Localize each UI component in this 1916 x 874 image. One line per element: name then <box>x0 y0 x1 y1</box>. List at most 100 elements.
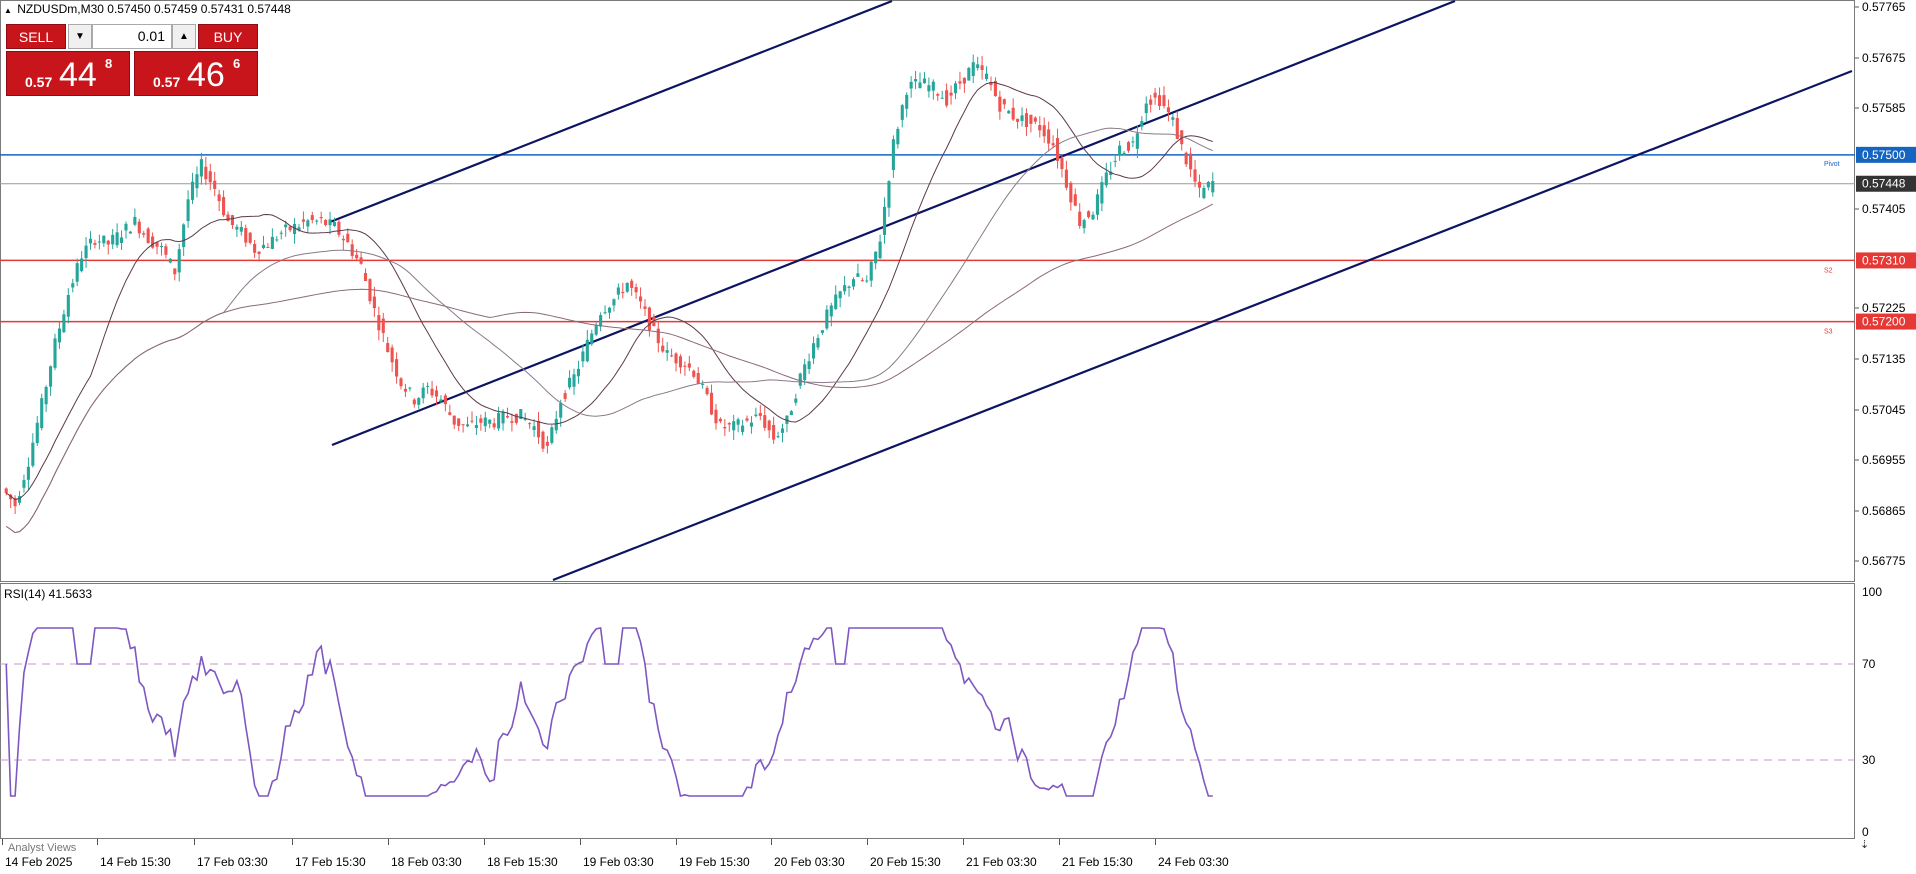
candle-body <box>328 219 332 226</box>
candle-body <box>470 420 474 422</box>
candle-body <box>363 272 368 281</box>
candle-body <box>701 383 705 385</box>
ma-line-fast <box>5 82 1213 501</box>
buy-price-prefix: 0.57 <box>153 74 181 90</box>
candle-body <box>1153 92 1157 98</box>
candle-body <box>443 395 447 405</box>
candle-body <box>151 236 155 248</box>
candle-body <box>843 285 847 292</box>
candle-body <box>1135 133 1139 149</box>
candle-body <box>49 366 53 387</box>
lot-decrease-button[interactable]: ▼ <box>68 24 92 49</box>
symbol-label: NZDUSDm,M30 <box>17 2 104 16</box>
candle-body <box>616 287 620 295</box>
candle-body <box>811 343 816 359</box>
candle-body <box>634 287 638 293</box>
candle-body <box>235 226 239 230</box>
candle-body <box>820 330 824 333</box>
time-tick-label: 21 Feb 15:30 <box>1062 855 1133 869</box>
candle-body <box>1189 153 1193 170</box>
candle-body <box>115 232 119 246</box>
candle-body <box>984 73 989 80</box>
candle-body <box>887 181 891 208</box>
price-tick-label: 0.56775 <box>1862 554 1906 568</box>
candle-body <box>599 315 603 327</box>
candle-body <box>772 424 776 440</box>
candle-body <box>226 214 230 222</box>
candle-body <box>967 67 971 81</box>
chart-canvas[interactable]: 0.577650.576750.575850.574050.572250.571… <box>0 0 1916 874</box>
sell-button[interactable]: SELL <box>6 24 66 49</box>
candle-body <box>284 224 288 228</box>
candle-body <box>133 216 137 225</box>
candle-body <box>208 171 212 183</box>
candle-body <box>332 222 337 226</box>
candle-body <box>501 411 505 424</box>
candle-body <box>483 417 487 427</box>
candle-body <box>488 419 492 424</box>
candle-body <box>732 421 736 431</box>
candle-body <box>4 488 8 494</box>
lot-size-input[interactable]: 0.01 <box>92 24 172 49</box>
candle-body <box>142 233 146 235</box>
candle-body <box>159 245 164 247</box>
candle-body <box>408 387 412 389</box>
candle-body <box>1020 115 1024 121</box>
candle-body <box>257 251 261 255</box>
candle-body <box>22 480 26 488</box>
price-marker-label: 0.57448 <box>1862 177 1906 191</box>
candle-body <box>439 399 443 402</box>
candle-body <box>17 496 22 503</box>
candle-body <box>412 399 416 405</box>
candle-body <box>119 237 124 243</box>
candle-body <box>572 374 576 387</box>
candle-body <box>128 231 132 234</box>
candle-body <box>607 307 612 313</box>
candle-body <box>860 280 864 282</box>
candle-body <box>111 234 115 245</box>
buy-price-display[interactable]: 0.57 46 6 <box>134 51 258 96</box>
candle-body <box>638 296 643 302</box>
candle-body <box>585 339 589 362</box>
candle-body <box>1042 125 1046 137</box>
candle-body <box>1055 138 1060 161</box>
candle-body <box>559 402 563 418</box>
candle-body <box>789 411 793 416</box>
candle-body <box>306 220 310 227</box>
candle-body <box>337 221 341 235</box>
candle-body <box>554 418 558 431</box>
price-tick-label: 0.57135 <box>1862 352 1906 366</box>
candle-body <box>692 370 696 377</box>
candle-body <box>248 232 252 243</box>
candle-body <box>621 291 625 294</box>
lot-increase-button[interactable]: ▲ <box>172 24 196 49</box>
candle-body <box>918 82 922 89</box>
candle-body <box>1100 182 1104 204</box>
sell-price-sup: 8 <box>105 56 113 71</box>
candle-body <box>346 233 350 243</box>
price-tick-label: 0.57675 <box>1862 51 1906 65</box>
candle-body <box>563 393 567 399</box>
candle-body <box>945 90 949 106</box>
candle-body <box>97 241 101 243</box>
candle-body <box>505 416 510 418</box>
candle-body <box>199 159 203 177</box>
candle-body <box>1073 194 1077 206</box>
candle-body <box>1149 99 1153 105</box>
candle-body <box>741 425 745 432</box>
candle-body <box>931 81 935 91</box>
time-tick-label: 24 Feb 03:30 <box>1158 855 1229 869</box>
sell-price-big: 44 <box>59 56 97 94</box>
collapse-triangle-icon[interactable]: ▲ <box>4 6 12 15</box>
candle-body <box>914 79 918 82</box>
candle-body <box>865 280 869 282</box>
candle-body <box>1082 220 1086 229</box>
rsi-tick-label: 70 <box>1862 657 1876 671</box>
scroll-end-icon[interactable]: ⇣ <box>1860 838 1869 851</box>
candle-body <box>430 388 434 396</box>
candle-body <box>612 299 616 306</box>
sell-price-display[interactable]: 0.57 44 8 <box>6 51 130 96</box>
candle-body <box>581 351 585 362</box>
arrow-down-icon: ▼ <box>75 31 85 42</box>
buy-button[interactable]: BUY <box>198 24 258 49</box>
